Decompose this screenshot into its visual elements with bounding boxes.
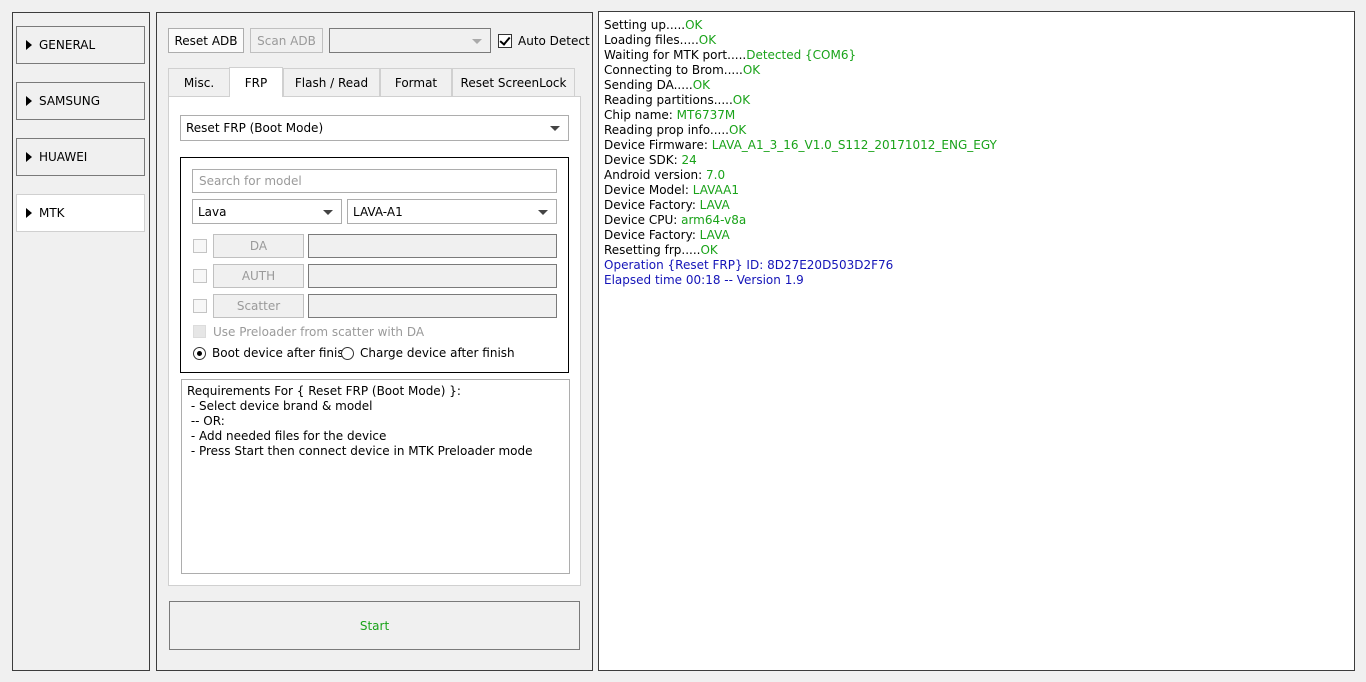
brand-select[interactable]: Lava [192, 199, 342, 224]
auth-file-field[interactable] [308, 264, 557, 288]
log-output-panel[interactable]: Setting up.....OK Loading files.....OK W… [598, 11, 1355, 671]
expand-arrow-icon [26, 152, 32, 162]
boot-after-radio[interactable] [193, 347, 206, 360]
chevron-down-icon [323, 209, 333, 215]
scatter-checkbox[interactable] [193, 299, 207, 313]
operations-panel: Reset ADB Scan ADB Auto Detect Misc. FRP… [156, 12, 593, 671]
category-label: HUAWEI [39, 150, 88, 164]
log-line: Device Factory: LAVA [604, 198, 730, 212]
category-samsung[interactable]: SAMSUNG [16, 82, 145, 120]
tab-frp[interactable]: FRP [229, 67, 283, 97]
tab-misc[interactable]: Misc. [168, 68, 230, 96]
log-line: Reading prop info.....OK [604, 123, 747, 137]
expand-arrow-icon [26, 208, 32, 218]
frp-operation-value: Reset FRP (Boot Mode) [186, 121, 324, 135]
log-line: Device Factory: LAVA [604, 228, 730, 242]
category-label: GENERAL [39, 38, 96, 52]
category-mtk[interactable]: MTK [16, 194, 145, 232]
brand-value: Lava [198, 204, 227, 219]
chevron-down-icon [538, 209, 548, 215]
requirements-line: -- OR: [187, 414, 225, 428]
reset-adb-button[interactable]: Reset ADB [168, 28, 244, 53]
auto-detect-checkbox[interactable] [498, 34, 512, 48]
scan-adb-button[interactable]: Scan ADB [250, 28, 323, 53]
charge-after-label: Charge device after finish [360, 346, 515, 360]
chevron-down-icon [550, 126, 560, 131]
boot-after-label: Boot device after finish [212, 346, 352, 360]
log-line: Waiting for MTK port.....Detected {COM6} [604, 48, 857, 62]
requirements-line: Requirements For { Reset FRP (Boot Mode)… [187, 384, 461, 398]
category-huawei[interactable]: HUAWEI [16, 138, 145, 176]
expand-arrow-icon [26, 96, 32, 106]
log-line: Device CPU: arm64-v8a [604, 213, 747, 227]
model-value: LAVA-A1 [353, 204, 403, 219]
tab-flash-read[interactable]: Flash / Read [283, 68, 380, 96]
log-line-elapsed: Elapsed time 00:18 -- Version 1.9 [604, 273, 804, 287]
adb-device-select[interactable] [329, 28, 491, 53]
chevron-down-icon [472, 38, 482, 44]
use-preloader-label: Use Preloader from scatter with DA [213, 325, 425, 339]
log-line: Device Model: LAVAA1 [604, 183, 739, 197]
scatter-button[interactable]: Scatter [213, 294, 304, 318]
log-line: Setting up.....OK [604, 18, 703, 32]
log-line: Loading files.....OK [604, 33, 717, 47]
category-label: SAMSUNG [39, 94, 101, 108]
da-file-field[interactable] [308, 234, 557, 258]
log-line: Android version: 7.0 [604, 168, 726, 182]
category-panel: GENERAL SAMSUNG HUAWEI MTK [12, 12, 150, 671]
da-checkbox[interactable] [193, 239, 207, 253]
tab-reset-screenlock[interactable]: Reset ScreenLock [452, 68, 575, 96]
log-line-operation: Operation {Reset FRP} ID: 8D27E20D503D2F… [604, 258, 894, 272]
requirements-line: - Select device brand & model [187, 399, 373, 413]
log-line: Connecting to Brom.....OK [604, 63, 761, 77]
model-select[interactable]: LAVA-A1 [347, 199, 557, 224]
log-line: Sending DA.....OK [604, 78, 711, 92]
requirements-line: - Press Start then connect device in MTK… [187, 444, 533, 458]
auto-detect-label: Auto Detect [518, 34, 590, 48]
checkmark-icon [499, 34, 511, 46]
log-line: Reading partitions.....OK [604, 93, 751, 107]
start-button[interactable]: Start [169, 601, 580, 650]
log-line: Device SDK: 24 [604, 153, 697, 167]
log-line: Resetting frp.....OK [604, 243, 718, 257]
log-line: Chip name: MT6737M [604, 108, 736, 122]
auth-checkbox[interactable] [193, 269, 207, 283]
da-button[interactable]: DA [213, 234, 304, 258]
expand-arrow-icon [26, 40, 32, 50]
charge-after-radio[interactable] [341, 347, 354, 360]
requirements-text-box[interactable]: Requirements For { Reset FRP (Boot Mode)… [181, 379, 570, 574]
frp-operation-select[interactable]: Reset FRP (Boot Mode) [180, 115, 569, 141]
category-label: MTK [39, 206, 65, 220]
use-preloader-checkbox[interactable] [193, 325, 206, 338]
log-line: Device Firmware: LAVA_A1_3_16_V1.0_S112_… [604, 138, 997, 152]
model-search-input[interactable]: Search for model [192, 169, 557, 193]
auth-button[interactable]: AUTH [213, 264, 304, 288]
tab-format[interactable]: Format [380, 68, 452, 96]
scatter-file-field[interactable] [308, 294, 557, 318]
requirements-line: - Add needed files for the device [187, 429, 387, 443]
category-general[interactable]: GENERAL [16, 26, 145, 64]
radio-selected-icon [197, 351, 202, 356]
